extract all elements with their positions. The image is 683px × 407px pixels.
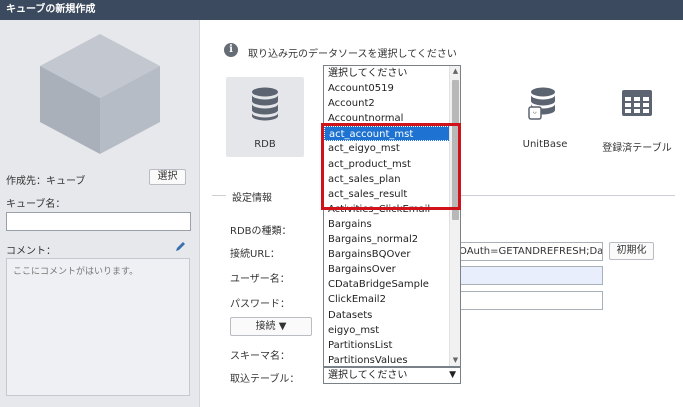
section-divider	[212, 195, 226, 196]
dropdown-option[interactable]: 選択してください	[324, 66, 450, 81]
comment-textarea[interactable]: ここにコメントがはいります。	[6, 258, 190, 396]
dropdown-option[interactable]: BargainsBQOver	[324, 247, 450, 262]
section-divider	[460, 195, 675, 196]
chevron-down-icon: ▼	[449, 370, 456, 380]
connect-button[interactable]: 接続 ▼	[230, 317, 312, 336]
destination-label: 作成先：キューブ	[6, 176, 86, 187]
window-title: キューブの新規作成	[0, 0, 683, 20]
dropdown-option[interactable]: Activities_ClickEmail	[324, 202, 450, 217]
dropdown-option[interactable]: act_eigyo_mst	[324, 141, 450, 156]
dropdown-option[interactable]: Account2	[324, 96, 450, 111]
scroll-down-icon[interactable]: ▼	[450, 355, 460, 366]
scroll-up-icon[interactable]: ▲	[450, 66, 460, 77]
select-button[interactable]: 選択	[149, 169, 186, 185]
dropdown-option[interactable]: act_account_mst	[324, 126, 450, 142]
dropdown-option[interactable]: act_product_mst	[324, 157, 450, 172]
dropdown-option[interactable]: CDataBridgeSample	[324, 277, 450, 292]
dropdown-option[interactable]: Datasets	[324, 308, 450, 323]
dropdown-option[interactable]: Account0519	[324, 81, 450, 96]
settings-title: 設定情報	[232, 193, 272, 204]
pencil-icon[interactable]	[175, 241, 186, 252]
database-icon	[252, 87, 278, 121]
comment-label: コメント：	[6, 246, 56, 257]
table-icon	[622, 90, 652, 116]
instruction-text: 取り込み元のデータソースを選択してください	[248, 49, 457, 60]
dropdown-option[interactable]: act_sales_result	[324, 187, 450, 202]
dropdown-option[interactable]: PartitionsValues	[324, 353, 450, 366]
user-label: ユーザー名：	[230, 274, 290, 285]
dropdown-option[interactable]: act_sales_plan	[324, 172, 450, 187]
dropdown-option[interactable]: ClickEmail2	[324, 292, 450, 307]
dropdown-option[interactable]: Accountnormal	[324, 111, 450, 126]
import-table-select-value: 選択してください	[328, 370, 408, 381]
dropdown-option[interactable]: eigyo_mst	[324, 323, 450, 338]
url-input[interactable]: OAuth=GETANDREFRESH;Data:	[455, 242, 603, 261]
table-dropdown-list[interactable]: 選択してください Account0519 Account2 Accountnormal…	[323, 65, 461, 367]
dropdown-option[interactable]: Bargains	[324, 217, 450, 232]
dropdown-option[interactable]: BargainsOver	[324, 262, 450, 277]
dropdown-option[interactable]: Bargains_normal2	[324, 232, 450, 247]
schema-label: スキーマ名：	[230, 351, 290, 362]
source-label-registered-table: 登録済テーブル	[602, 143, 672, 154]
source-tile-unitbase[interactable]: ᵕ UnitBase	[506, 77, 584, 157]
cube-name-label: キューブ名：	[6, 199, 66, 210]
password-label: パスワード：	[230, 299, 290, 310]
scroll-thumb[interactable]	[452, 80, 459, 220]
source-label-unitbase: UnitBase	[522, 139, 568, 150]
user-input[interactable]	[455, 266, 603, 285]
init-button[interactable]: 初期化	[609, 242, 654, 260]
dropdown-scrollbar[interactable]: ▲ ▼	[449, 66, 460, 366]
import-table-label: 取込テーブル：	[230, 374, 300, 385]
source-tile-registered-table[interactable]: 登録済テーブル	[598, 77, 676, 157]
cube-name-input[interactable]	[6, 212, 191, 231]
source-tile-rdb[interactable]: RDB	[226, 77, 304, 157]
import-table-select[interactable]: 選択してください ▼	[323, 367, 461, 384]
url-label: 接続URL：	[230, 249, 280, 260]
info-icon: i	[224, 43, 238, 57]
database-plus-icon: ᵕ	[528, 87, 555, 120]
dropdown-option[interactable]: PartitionsList	[324, 338, 450, 353]
svg-text:ᵕ: ᵕ	[533, 109, 537, 120]
source-label-rdb: RDB	[254, 139, 276, 150]
cube-icon	[40, 34, 160, 154]
password-input[interactable]	[455, 291, 603, 310]
rdb-type-label: RDBの種類：	[230, 226, 292, 237]
